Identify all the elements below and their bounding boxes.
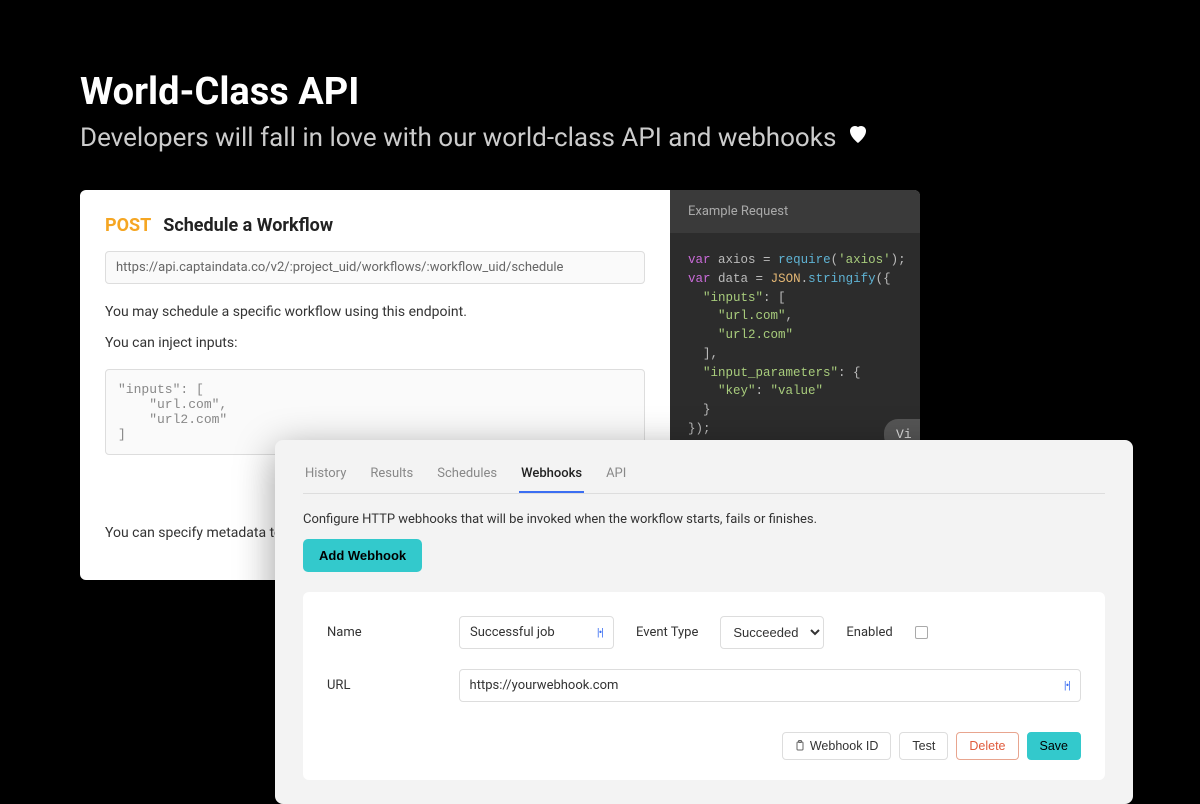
code-var: data bbox=[718, 272, 748, 286]
code-var: axios bbox=[718, 253, 756, 267]
code-string: "value" bbox=[771, 384, 824, 398]
actions-row: Webhook ID Test Delete Save bbox=[327, 732, 1081, 760]
webhook-description: Configure HTTP webhooks that will be inv… bbox=[303, 512, 1105, 527]
api-description-1: You may schedule a specific workflow usi… bbox=[105, 302, 645, 323]
add-webhook-button[interactable]: Add Webhook bbox=[303, 539, 422, 572]
tabs-row: History Results Schedules Webhooks API bbox=[303, 460, 1105, 494]
enabled-label: Enabled bbox=[846, 625, 892, 640]
hero-section: World-Class API Developers will fall in … bbox=[0, 0, 1200, 183]
code-key: "input_parameters" bbox=[703, 366, 838, 380]
api-method-row: POST Schedule a Workflow bbox=[105, 215, 645, 236]
hero-subtitle-text: Developers will fall in love with our wo… bbox=[80, 123, 836, 153]
webhook-id-button[interactable]: Webhook ID bbox=[782, 732, 892, 760]
code-string: "url2.com" bbox=[718, 328, 793, 342]
url-input[interactable]: https://yourwebhook.com |•| bbox=[459, 669, 1081, 702]
code-fn: require bbox=[778, 253, 831, 267]
code-fn: stringify bbox=[808, 272, 876, 286]
event-type-label: Event Type bbox=[636, 625, 698, 640]
name-value: Successful job bbox=[470, 625, 555, 640]
event-type-select[interactable]: Succeeded bbox=[720, 616, 824, 649]
form-row-1: Name Successful job |•| Event Type Succe… bbox=[327, 616, 1081, 649]
tab-webhooks[interactable]: Webhooks bbox=[519, 460, 584, 493]
clipboard-icon bbox=[795, 740, 805, 752]
form-row-2: URL https://yourwebhook.com |•| bbox=[327, 669, 1081, 702]
test-button[interactable]: Test bbox=[899, 732, 948, 760]
save-button[interactable]: Save bbox=[1027, 732, 1082, 760]
code-keyword: var bbox=[688, 253, 711, 267]
api-endpoint-title: Schedule a Workflow bbox=[163, 215, 333, 236]
api-method-badge: POST bbox=[105, 215, 151, 236]
code-obj: JSON bbox=[771, 272, 801, 286]
name-label: Name bbox=[327, 625, 437, 640]
url-value: https://yourwebhook.com bbox=[470, 678, 619, 693]
hero-title: World-Class API bbox=[80, 70, 1120, 114]
tab-api[interactable]: API bbox=[604, 460, 628, 493]
input-var-icon[interactable]: |•| bbox=[597, 626, 603, 639]
code-key: "inputs" bbox=[703, 291, 763, 305]
example-request-header: Example Request bbox=[670, 190, 920, 233]
api-url-field[interactable]: https://api.captaindata.co/v2/:project_u… bbox=[105, 251, 645, 284]
url-label: URL bbox=[327, 678, 437, 693]
tab-history[interactable]: History bbox=[303, 460, 348, 493]
name-input[interactable]: Successful job |•| bbox=[459, 616, 614, 649]
webhook-form: Name Successful job |•| Event Type Succe… bbox=[303, 592, 1105, 780]
tab-schedules[interactable]: Schedules bbox=[435, 460, 499, 493]
hero-subtitle: Developers will fall in love with our wo… bbox=[80, 122, 1120, 153]
code-key: "key" bbox=[718, 384, 756, 398]
webhook-panel: History Results Schedules Webhooks API C… bbox=[275, 440, 1133, 804]
heart-icon bbox=[846, 122, 870, 153]
delete-button[interactable]: Delete bbox=[956, 732, 1018, 760]
code-keyword: var bbox=[688, 272, 711, 286]
input-var-icon[interactable]: |•| bbox=[1064, 679, 1070, 692]
tab-results[interactable]: Results bbox=[368, 460, 415, 493]
api-description-2: You can inject inputs: bbox=[105, 335, 645, 351]
enabled-checkbox[interactable] bbox=[915, 626, 928, 639]
code-string: "url.com" bbox=[718, 309, 786, 323]
code-string: 'axios' bbox=[838, 253, 891, 267]
webhook-id-label: Webhook ID bbox=[810, 739, 879, 753]
